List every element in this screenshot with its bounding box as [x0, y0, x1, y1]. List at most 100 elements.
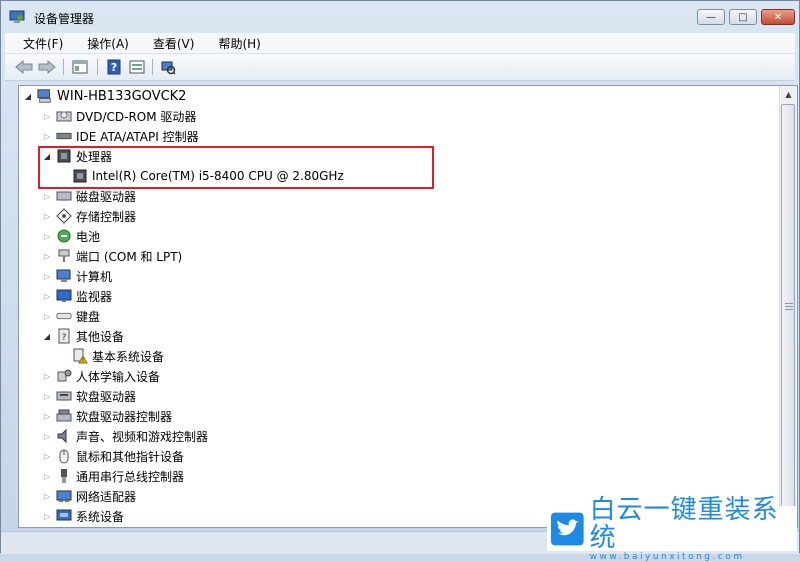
tree-child-item[interactable]: ! 基本系统设备 — [58, 346, 164, 366]
tree-category-item[interactable]: ▷ 计算机 — [42, 266, 112, 286]
tree-category-item[interactable]: ▷ 网络适配器 — [42, 486, 136, 506]
tree-category-item[interactable]: ▷ 软盘驱动器控制器 — [42, 406, 172, 426]
expand-arrow-icon[interactable]: ▷ — [42, 210, 52, 222]
tree-category-item[interactable]: ◢? 其他设备 — [42, 326, 124, 346]
bird-logo-icon — [551, 512, 584, 545]
computer-icon — [56, 268, 72, 284]
thumb-grip — [785, 309, 793, 310]
vertical-scrollbar[interactable]: ▲ ▼ — [779, 86, 797, 527]
collapse-arrow-icon[interactable]: ◢ — [23, 90, 33, 102]
arrow-left-icon — [15, 60, 33, 74]
tree-root[interactable]: ◢ WIN-HB133GOVCK2 — [23, 86, 187, 106]
view-button[interactable] — [128, 58, 146, 76]
menu-file[interactable]: 文件(F) — [5, 35, 71, 52]
thumb-grip — [785, 303, 793, 304]
disk-drive-icon — [56, 188, 72, 204]
tree-item-label: 电池 — [76, 229, 101, 244]
expand-arrow-icon[interactable]: ▷ — [42, 290, 52, 302]
watermark-url: www.baiyunxitong.com — [589, 551, 745, 562]
system-devices-icon — [56, 508, 72, 524]
device-tree: ◢ WIN-HB133GOVCK2 ▷ DVD/CD-ROM 驱动器 ▷ IDE AT… — [19, 86, 781, 527]
tree-category-item[interactable]: ▷ 键盘 — [42, 306, 100, 326]
tree-item-label: 其他设备 — [76, 329, 125, 344]
menu-view[interactable]: 查看(V) — [137, 35, 203, 52]
window-title: 设备管理器 — [34, 12, 95, 26]
menu-help[interactable]: 帮助(H) — [202, 35, 268, 52]
tree-item-label: 通用串行总线控制器 — [76, 469, 185, 484]
tree-item-label: 端口 (COM 和 LPT) — [76, 249, 183, 264]
menu-action[interactable]: 操作(A) — [71, 35, 137, 52]
expand-arrow-icon[interactable]: ▷ — [42, 130, 52, 142]
tree-item-label: 鼠标和其他指针设备 — [76, 449, 185, 464]
tree-category-item[interactable]: ▷ 人体学输入设备 — [42, 366, 160, 386]
maximize-button[interactable]: □ — [729, 9, 757, 25]
expand-arrow-icon[interactable]: ▷ — [42, 390, 52, 402]
tree-category-item[interactable]: ▷ 鼠标和其他指针设备 — [42, 446, 184, 466]
toolbar-separator — [97, 59, 98, 75]
tree-item-label: 基本系统设备 — [92, 349, 165, 364]
tree-item-label: 计算机 — [76, 269, 113, 284]
expand-arrow-icon[interactable]: ▷ — [42, 230, 52, 242]
tree-category-item[interactable]: ◢ 处理器 — [42, 146, 112, 166]
tree-category-item[interactable]: ▷ 通用串行总线控制器 — [42, 466, 184, 486]
tree-category-item[interactable]: ▷ 系统设备 — [42, 506, 124, 526]
tree-child-item[interactable]: Intel(R) Core(TM) i5-8400 CPU @ 2.80GHz — [58, 166, 344, 186]
expand-arrow-icon[interactable]: ▷ — [42, 310, 52, 322]
expand-arrow-icon[interactable]: ▷ — [42, 410, 52, 422]
forward-button[interactable] — [38, 58, 56, 76]
svg-text:?: ? — [62, 333, 67, 343]
monitor-icon — [56, 288, 72, 304]
tree-category-item[interactable]: ▷ 电池 — [42, 226, 100, 246]
expand-arrow-icon[interactable]: ▷ — [42, 110, 52, 122]
computer-icon — [37, 88, 53, 104]
expand-arrow-icon[interactable]: ▷ — [42, 510, 52, 522]
menu-bar: 文件(F) 操作(A) 查看(V) 帮助(H) — [5, 33, 795, 53]
expand-arrow-icon[interactable]: ▷ — [42, 450, 52, 462]
floppy-controller-icon — [56, 408, 72, 424]
tree-item-label: DVD/CD-ROM 驱动器 — [76, 109, 197, 124]
tree-item-label: 声音、视频和游戏控制器 — [76, 429, 209, 444]
close-button[interactable]: ✕ — [761, 9, 795, 25]
expand-arrow-icon[interactable]: ▷ — [42, 370, 52, 382]
hid-icon — [56, 368, 72, 384]
scan-hardware-button[interactable] — [159, 58, 177, 76]
properties-button[interactable] — [71, 58, 89, 76]
tree-category-item[interactable]: ▷ DVD/CD-ROM 驱动器 — [42, 106, 197, 126]
device-tree-pane[interactable]: ◢ WIN-HB133GOVCK2 ▷ DVD/CD-ROM 驱动器 ▷ IDE AT… — [18, 85, 798, 528]
expand-arrow-icon[interactable]: ▷ — [42, 250, 52, 262]
back-button[interactable] — [15, 58, 33, 76]
toolbar-separator — [152, 59, 153, 75]
warning-device-icon: ! — [72, 348, 88, 364]
tree-category-item[interactable]: ▷ 端口 (COM 和 LPT) — [42, 246, 182, 266]
expand-arrow-icon[interactable]: ▷ — [42, 470, 52, 482]
dvd-drive-icon — [56, 108, 72, 124]
expand-arrow-icon[interactable]: ▷ — [42, 490, 52, 502]
title-bar[interactable]: 设备管理器 — □ ✕ — [1, 1, 799, 33]
scrollbar-thumb[interactable] — [781, 104, 795, 509]
expand-arrow-icon[interactable]: ▷ — [42, 270, 52, 282]
tree-item-label: 磁盘驱动器 — [76, 189, 137, 204]
tree-category-item[interactable]: ▷ 监视器 — [42, 286, 112, 306]
storage-controller-icon — [56, 208, 72, 224]
computer-name: WIN-HB133GOVCK2 — [57, 88, 187, 104]
tree-category-item[interactable]: ▷ 软盘驱动器 — [42, 386, 136, 406]
tree-category-item[interactable]: ▷ 存储控制器 — [42, 206, 136, 226]
help-button[interactable]: ? — [105, 58, 123, 76]
tree-category-item[interactable]: ▷ 磁盘驱动器 — [42, 186, 136, 206]
device-manager-window: 设备管理器 — □ ✕ 文件(F) 操作(A) 查看(V) 帮助(H) ? ◢ … — [0, 0, 800, 562]
tree-category-item[interactable]: ▷ 声音、视频和游戏控制器 — [42, 426, 208, 446]
help-icon: ? — [107, 59, 121, 75]
toolbar-separator — [63, 59, 64, 75]
view-icon — [129, 60, 145, 74]
network-adapter-icon — [56, 488, 72, 504]
minimize-button[interactable]: — — [697, 9, 725, 25]
tree-category-item[interactable]: ▷ IDE ATA/ATAPI 控制器 — [42, 126, 199, 146]
scroll-up-arrow-icon[interactable]: ▲ — [780, 86, 797, 103]
tree-item-label: 人体学输入设备 — [76, 369, 161, 384]
expand-arrow-icon[interactable]: ▷ — [42, 190, 52, 202]
expand-arrow-icon[interactable]: ▷ — [42, 430, 52, 442]
collapse-arrow-icon[interactable]: ◢ — [42, 150, 52, 162]
collapse-arrow-icon[interactable]: ◢ — [42, 330, 52, 342]
scan-hardware-icon — [161, 61, 176, 75]
mouse-icon — [56, 448, 72, 464]
